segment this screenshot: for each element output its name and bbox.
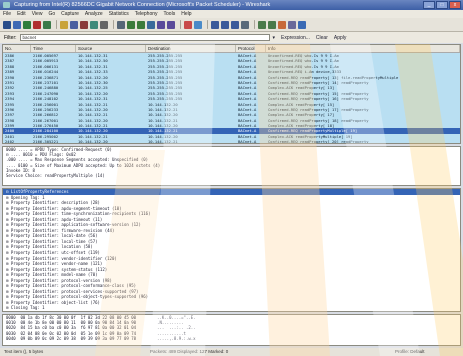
forward-icon[interactable] bbox=[137, 20, 145, 29]
packet-details-pane[interactable]: ⊟ ListOfPropertyReferences ⊞ Opening Tag… bbox=[2, 188, 461, 312]
ascii-dump: ..K..0....="..E. .N............ ...:.. .2… bbox=[136, 315, 196, 341]
menu-item-file[interactable]: File bbox=[0, 10, 14, 18]
display-filters-icon[interactable] bbox=[268, 20, 276, 29]
wireshark-window: Capturing from Intel(R) 82566DC Gigabit … bbox=[0, 0, 463, 356]
packet-list-pane[interactable]: No. Time Source Destination Protocol Info 238… bbox=[2, 44, 461, 144]
menu-item-edit[interactable]: Edit bbox=[14, 10, 29, 18]
restart-icon[interactable] bbox=[43, 20, 51, 29]
zoom-in-icon[interactable] bbox=[211, 20, 219, 29]
filter-label: Filter: bbox=[4, 34, 17, 41]
back-icon[interactable] bbox=[127, 20, 135, 29]
menu-item-tools[interactable]: Tools bbox=[161, 10, 179, 18]
last-icon[interactable] bbox=[167, 20, 175, 29]
hex-line[interactable]: 0040 09 0b 09 0c 09 2c 09 38 09 39 09 3a… bbox=[3, 336, 136, 341]
ascii-line[interactable]: .....,.8.9.:.w.x bbox=[154, 336, 196, 341]
packet-row[interactable]: 2402 2166.305221 10.144.132.20 10.144.132.2… bbox=[3, 139, 460, 144]
column-header-time[interactable]: Time bbox=[31, 45, 76, 52]
save-icon[interactable] bbox=[70, 20, 78, 29]
print-icon[interactable] bbox=[100, 20, 108, 29]
minimize-button[interactable]: _ bbox=[423, 1, 435, 9]
toolbar-separator bbox=[56, 20, 57, 29]
packet-cell-no: 2402 bbox=[5, 139, 15, 144]
autoscroll-icon[interactable] bbox=[194, 20, 202, 29]
detail-line[interactable]: ⊞ Closing Tag: 1 bbox=[3, 305, 460, 311]
goto-icon[interactable] bbox=[147, 20, 155, 29]
open-icon[interactable] bbox=[60, 20, 68, 29]
colorize-icon[interactable] bbox=[184, 20, 192, 29]
find-icon[interactable] bbox=[117, 20, 125, 29]
filter-input[interactable]: bacnet bbox=[19, 34, 270, 41]
start-icon[interactable] bbox=[23, 20, 31, 29]
close-file-icon[interactable] bbox=[80, 20, 88, 29]
capture-filters-icon[interactable] bbox=[258, 20, 266, 29]
menu-item-analyze[interactable]: Analyze bbox=[82, 10, 106, 18]
column-header-destination[interactable]: Destination bbox=[146, 45, 236, 52]
stop-icon[interactable] bbox=[33, 20, 41, 29]
packet-bytes-pane[interactable]: 0000 00 1a 4b 1f 8c 30 00 0f 1f 02 3d 22… bbox=[2, 314, 461, 346]
menu-item-go[interactable]: Go bbox=[45, 10, 58, 18]
packet-cell-src: 10.144.132.20 bbox=[78, 139, 108, 144]
column-header-protocol[interactable]: Protocol bbox=[236, 45, 266, 52]
packet-cell-time: 2166.305221 bbox=[33, 139, 59, 144]
hex-line[interactable]: 0020 84 15 ba c0 ba c0 00 3a f6 97 81 0a… bbox=[3, 325, 136, 330]
zoom-out-icon[interactable] bbox=[221, 20, 229, 29]
column-header-no[interactable]: No. bbox=[3, 45, 31, 52]
preferences-icon[interactable] bbox=[288, 20, 296, 29]
column-header-source[interactable]: Source bbox=[76, 45, 146, 52]
window-title: Capturing from Intel(R) 82566DC Gigabit … bbox=[14, 2, 271, 8]
column-header-info[interactable]: Info bbox=[266, 45, 460, 52]
expression-button[interactable]: Expression... bbox=[278, 35, 313, 41]
menu-item-view[interactable]: View bbox=[29, 10, 46, 18]
detail-line[interactable]: Service Choice: readPropertyMultiple (14… bbox=[3, 173, 460, 178]
packet-list-header: No. Time Source Destination Protocol Info bbox=[3, 45, 460, 53]
packet-details-pane-top[interactable]: 0000 .... = APDU Type: Confirmed-Request… bbox=[2, 146, 461, 186]
packet-cell-info: Confirmed-REQ readProperty[ 20] readProp… bbox=[268, 139, 369, 144]
status-middle: Packets: 489 Displayed: 127 Marked: 0 bbox=[150, 349, 229, 354]
filter-dropdown-icon[interactable]: ▾ bbox=[270, 35, 279, 41]
toolbar-separator bbox=[254, 20, 255, 29]
menu-item-help[interactable]: Help bbox=[178, 10, 194, 18]
title-bar: Capturing from Intel(R) 82566DC Gigabit … bbox=[0, 0, 463, 10]
reload-icon[interactable] bbox=[90, 20, 98, 29]
menu-item-telephony[interactable]: Telephony bbox=[132, 10, 161, 18]
close-button[interactable]: x bbox=[449, 1, 461, 9]
window-controls: _ □ x bbox=[423, 1, 461, 9]
maximize-button[interactable]: □ bbox=[436, 1, 448, 9]
toolbar-separator bbox=[113, 20, 114, 29]
coloring-rules-icon[interactable] bbox=[278, 20, 286, 29]
menu-bar: File Edit View Go Capture Analyze Statistics Te… bbox=[0, 10, 463, 18]
toolbar-separator bbox=[180, 20, 181, 29]
options-icon[interactable] bbox=[13, 20, 21, 29]
status-left: Text item (), 5 bytes bbox=[4, 349, 44, 354]
help-icon[interactable] bbox=[298, 20, 306, 29]
main-toolbar bbox=[0, 18, 463, 32]
status-bar: Text item (), 5 bytes Packets: 489 Displ… bbox=[0, 348, 463, 356]
menu-item-statistics[interactable]: Statistics bbox=[106, 10, 132, 18]
wireshark-app-icon bbox=[3, 2, 10, 8]
resize-columns-icon[interactable] bbox=[241, 20, 249, 29]
interfaces-icon[interactable] bbox=[3, 20, 11, 29]
first-icon[interactable] bbox=[157, 20, 165, 29]
packet-cell-proto: BACnet-A bbox=[238, 139, 257, 144]
apply-button[interactable]: Apply bbox=[331, 35, 350, 41]
packet-cell-dst: 10.144.132.21 bbox=[148, 139, 178, 144]
clear-button[interactable]: Clear bbox=[313, 35, 331, 41]
packet-list-rows: 2386 2166.005697 10.144.132.31 255.255.255.… bbox=[3, 53, 460, 144]
hex-dump: 0000 00 1a 4b 1f 8c 30 00 0f 1f 02 3d 22… bbox=[3, 315, 136, 341]
zoom-normal-icon[interactable] bbox=[231, 20, 239, 29]
toolbar-separator bbox=[207, 20, 208, 29]
filter-toolbar: Filter: bacnet ▾ Expression... Clear App… bbox=[0, 32, 463, 43]
menu-item-capture[interactable]: Capture bbox=[58, 10, 82, 18]
ascii-line[interactable]: ... ...:.. .2.. bbox=[154, 325, 196, 330]
status-profile[interactable]: Profile: Default bbox=[395, 348, 425, 356]
